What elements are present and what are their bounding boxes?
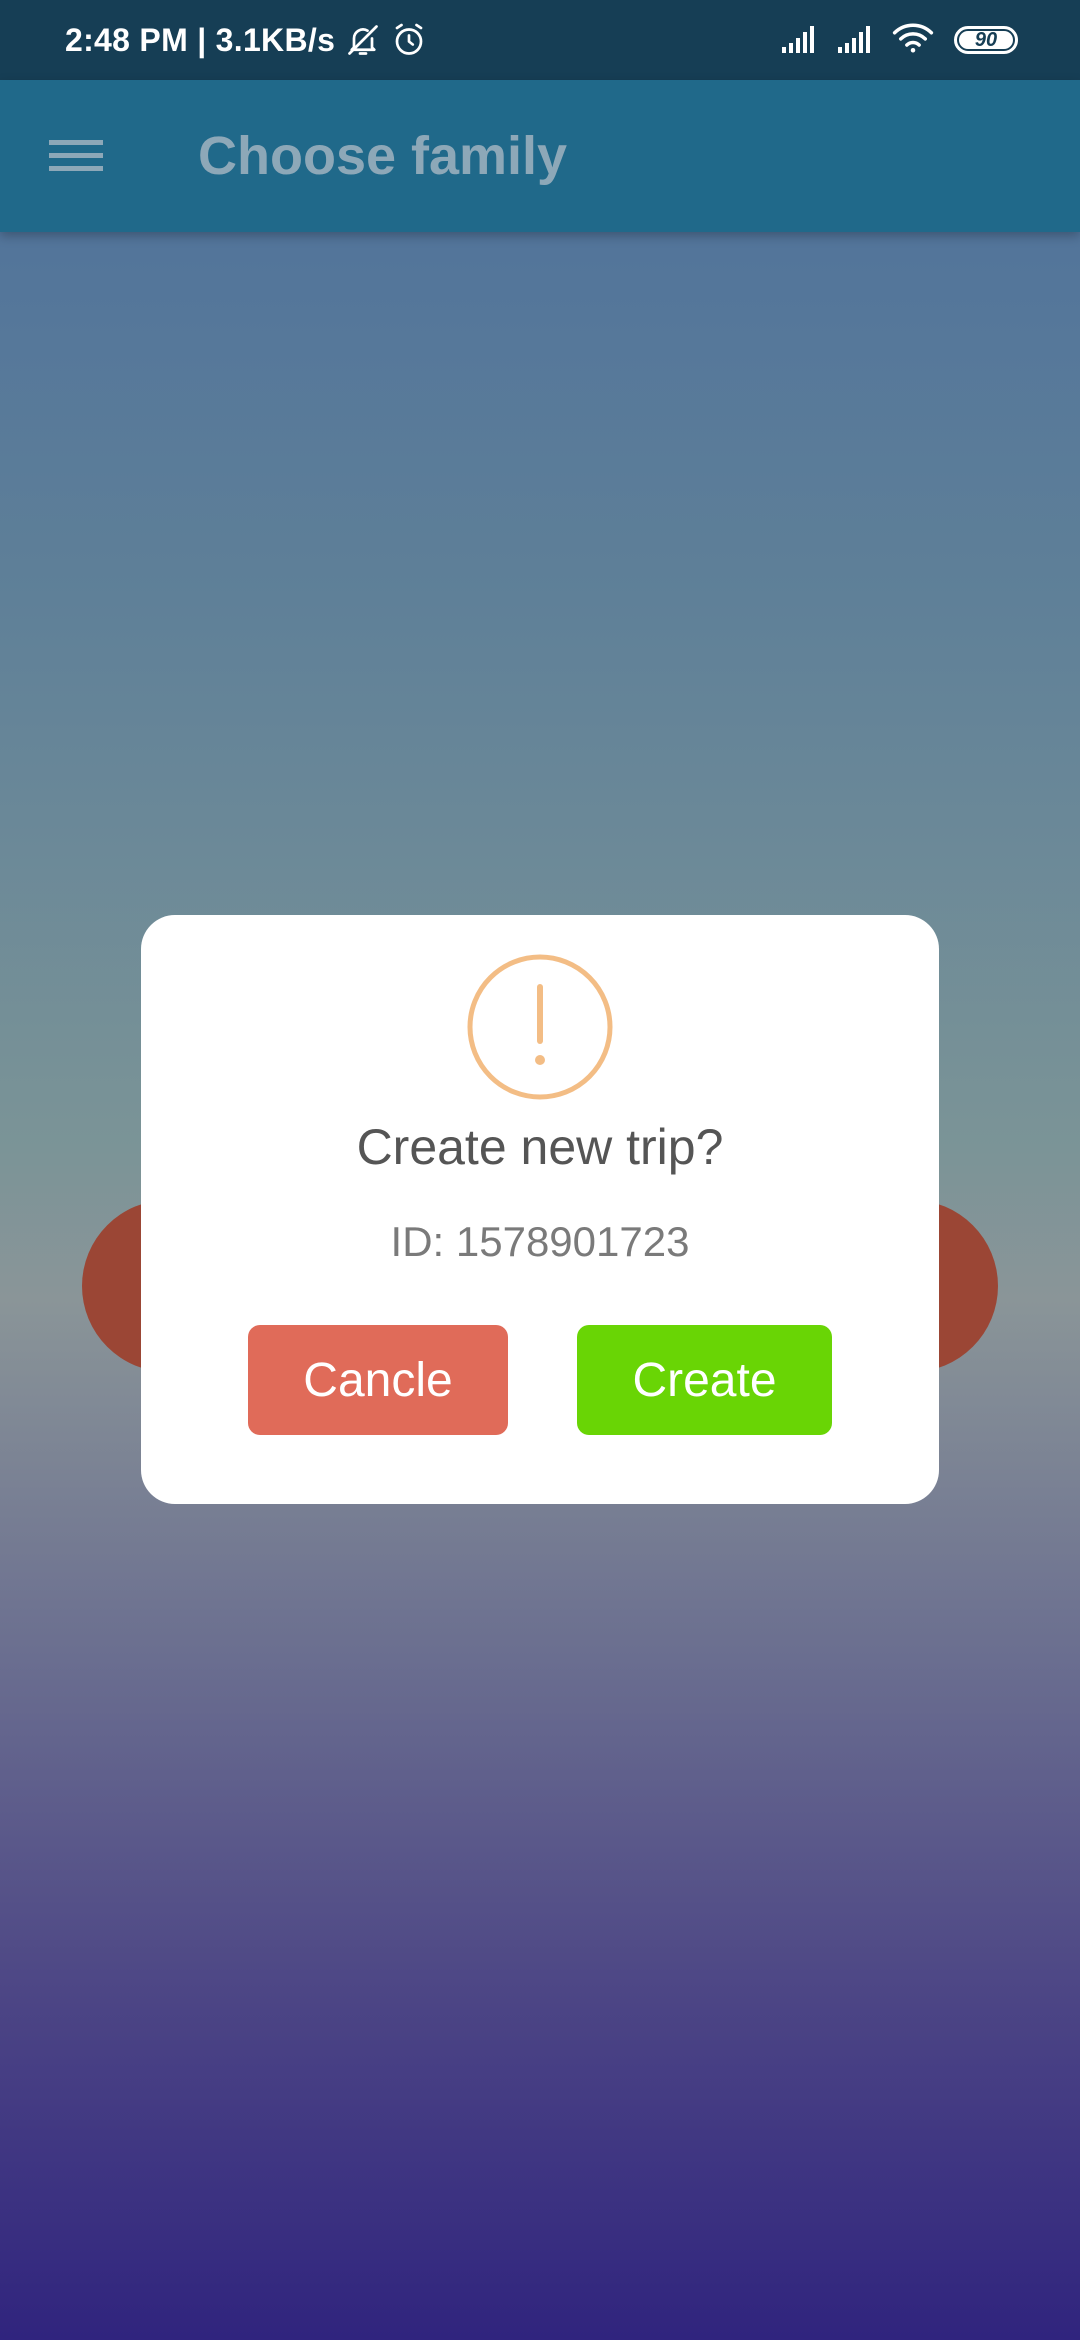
screen: 2:48 PM | 3.1KB/s 90 Choose family Creat…	[0, 0, 1080, 2340]
dialog-title: Create new trip?	[356, 1119, 724, 1175]
battery-icon: 90	[954, 26, 1018, 54]
create-button[interactable]: Create	[577, 1325, 832, 1435]
alarm-icon	[391, 22, 427, 58]
hamburger-menu-icon[interactable]	[30, 116, 122, 196]
exclamation-icon	[467, 954, 613, 1100]
cancel-button[interactable]: Cancle	[248, 1325, 508, 1435]
status-left: 2:48 PM | 3.1KB/s	[65, 0, 427, 80]
dialog-id: ID: 1578901723	[390, 1218, 690, 1265]
signal-icon	[780, 23, 822, 58]
status-right: 90	[780, 0, 1018, 80]
confirm-dialog: Create new trip? ID: 1578901723 Cancle C…	[141, 915, 939, 1504]
signal-icon	[836, 23, 878, 58]
status-bar: 2:48 PM | 3.1KB/s 90	[0, 0, 1080, 80]
app-bar: Choose family	[0, 80, 1080, 232]
wifi-icon	[892, 22, 934, 59]
battery-level: 90	[974, 28, 998, 51]
bell-off-icon	[345, 22, 381, 58]
page-title: Choose family	[198, 126, 568, 186]
status-time-speed: 2:48 PM | 3.1KB/s	[65, 21, 336, 58]
